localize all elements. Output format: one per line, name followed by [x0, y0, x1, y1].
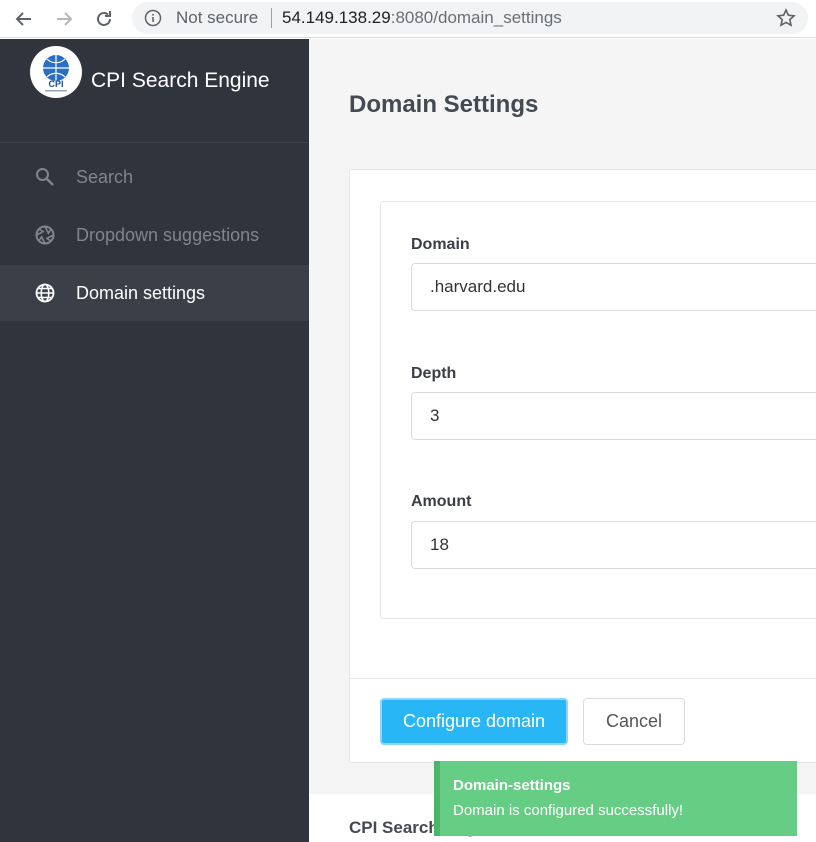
configure-domain-button[interactable]: Configure domain — [380, 698, 568, 745]
address-divider — [271, 8, 272, 28]
logo-text: CPI — [48, 79, 64, 89]
cancel-button[interactable]: Cancel — [583, 698, 685, 745]
amount-label: Amount — [411, 493, 472, 510]
globe-logo-icon — [43, 55, 69, 92]
page-title: Domain Settings — [349, 91, 539, 118]
brand-title: CPI Search Engine — [91, 69, 270, 92]
domain-field[interactable] — [411, 263, 816, 311]
sidebar-item-label: Domain settings — [76, 283, 206, 303]
sidebar-item-label: Search — [76, 167, 134, 187]
reload-icon — [97, 11, 111, 26]
address-bar[interactable]: Not secure 54.149.138.29:8080/domain_set… — [132, 2, 808, 34]
settings-card: Domain Depth Amount Configure domain Can… — [349, 169, 816, 763]
url-text[interactable]: 54.149.138.29:8080/domain_settings — [282, 8, 562, 28]
info-icon[interactable] — [144, 9, 162, 27]
arrow-left-icon — [15, 12, 31, 26]
sidebar-item-dropdown-suggestions[interactable]: Dropdown suggestions — [0, 207, 309, 263]
sidebar: CPI CPI Search Engine Search Dropdown su… — [0, 39, 309, 842]
sidebar-item-domain-settings[interactable]: Domain settings — [0, 265, 309, 321]
url-path: :8080/domain_settings — [390, 8, 562, 27]
reload-button[interactable] — [89, 4, 119, 34]
forward-button[interactable] — [49, 4, 79, 34]
browser-toolbar: Not secure 54.149.138.29:8080/domain_set… — [0, 0, 816, 38]
url-host: 54.149.138.29 — [282, 8, 391, 27]
back-button[interactable] — [9, 4, 39, 34]
main-content: Domain Settings Domain Depth Amount Conf… — [309, 39, 816, 842]
logo: CPI — [30, 46, 82, 98]
form-panel: Domain Depth Amount — [380, 201, 816, 619]
globe-icon — [35, 283, 55, 303]
domain-label: Domain — [411, 236, 470, 253]
depth-label: Depth — [411, 365, 457, 382]
bookmark-star-icon[interactable] — [776, 8, 796, 28]
arrow-right-icon — [57, 12, 73, 26]
security-label: Not secure — [176, 8, 259, 27]
depth-field[interactable] — [411, 392, 816, 440]
amount-field[interactable] — [411, 521, 816, 569]
search-icon — [36, 168, 54, 186]
toast-title: Domain-settings — [453, 777, 571, 794]
sidebar-item-label: Dropdown suggestions — [76, 225, 260, 245]
success-toast[interactable]: Domain-settings Domain is configured suc… — [434, 761, 797, 836]
card-divider — [350, 678, 816, 679]
toast-message: Domain is configured successfully! — [453, 802, 684, 819]
sidebar-item-search[interactable]: Search — [0, 149, 309, 205]
brand-header[interactable]: CPI CPI Search Engine — [0, 39, 309, 143]
aperture-icon — [35, 225, 55, 245]
